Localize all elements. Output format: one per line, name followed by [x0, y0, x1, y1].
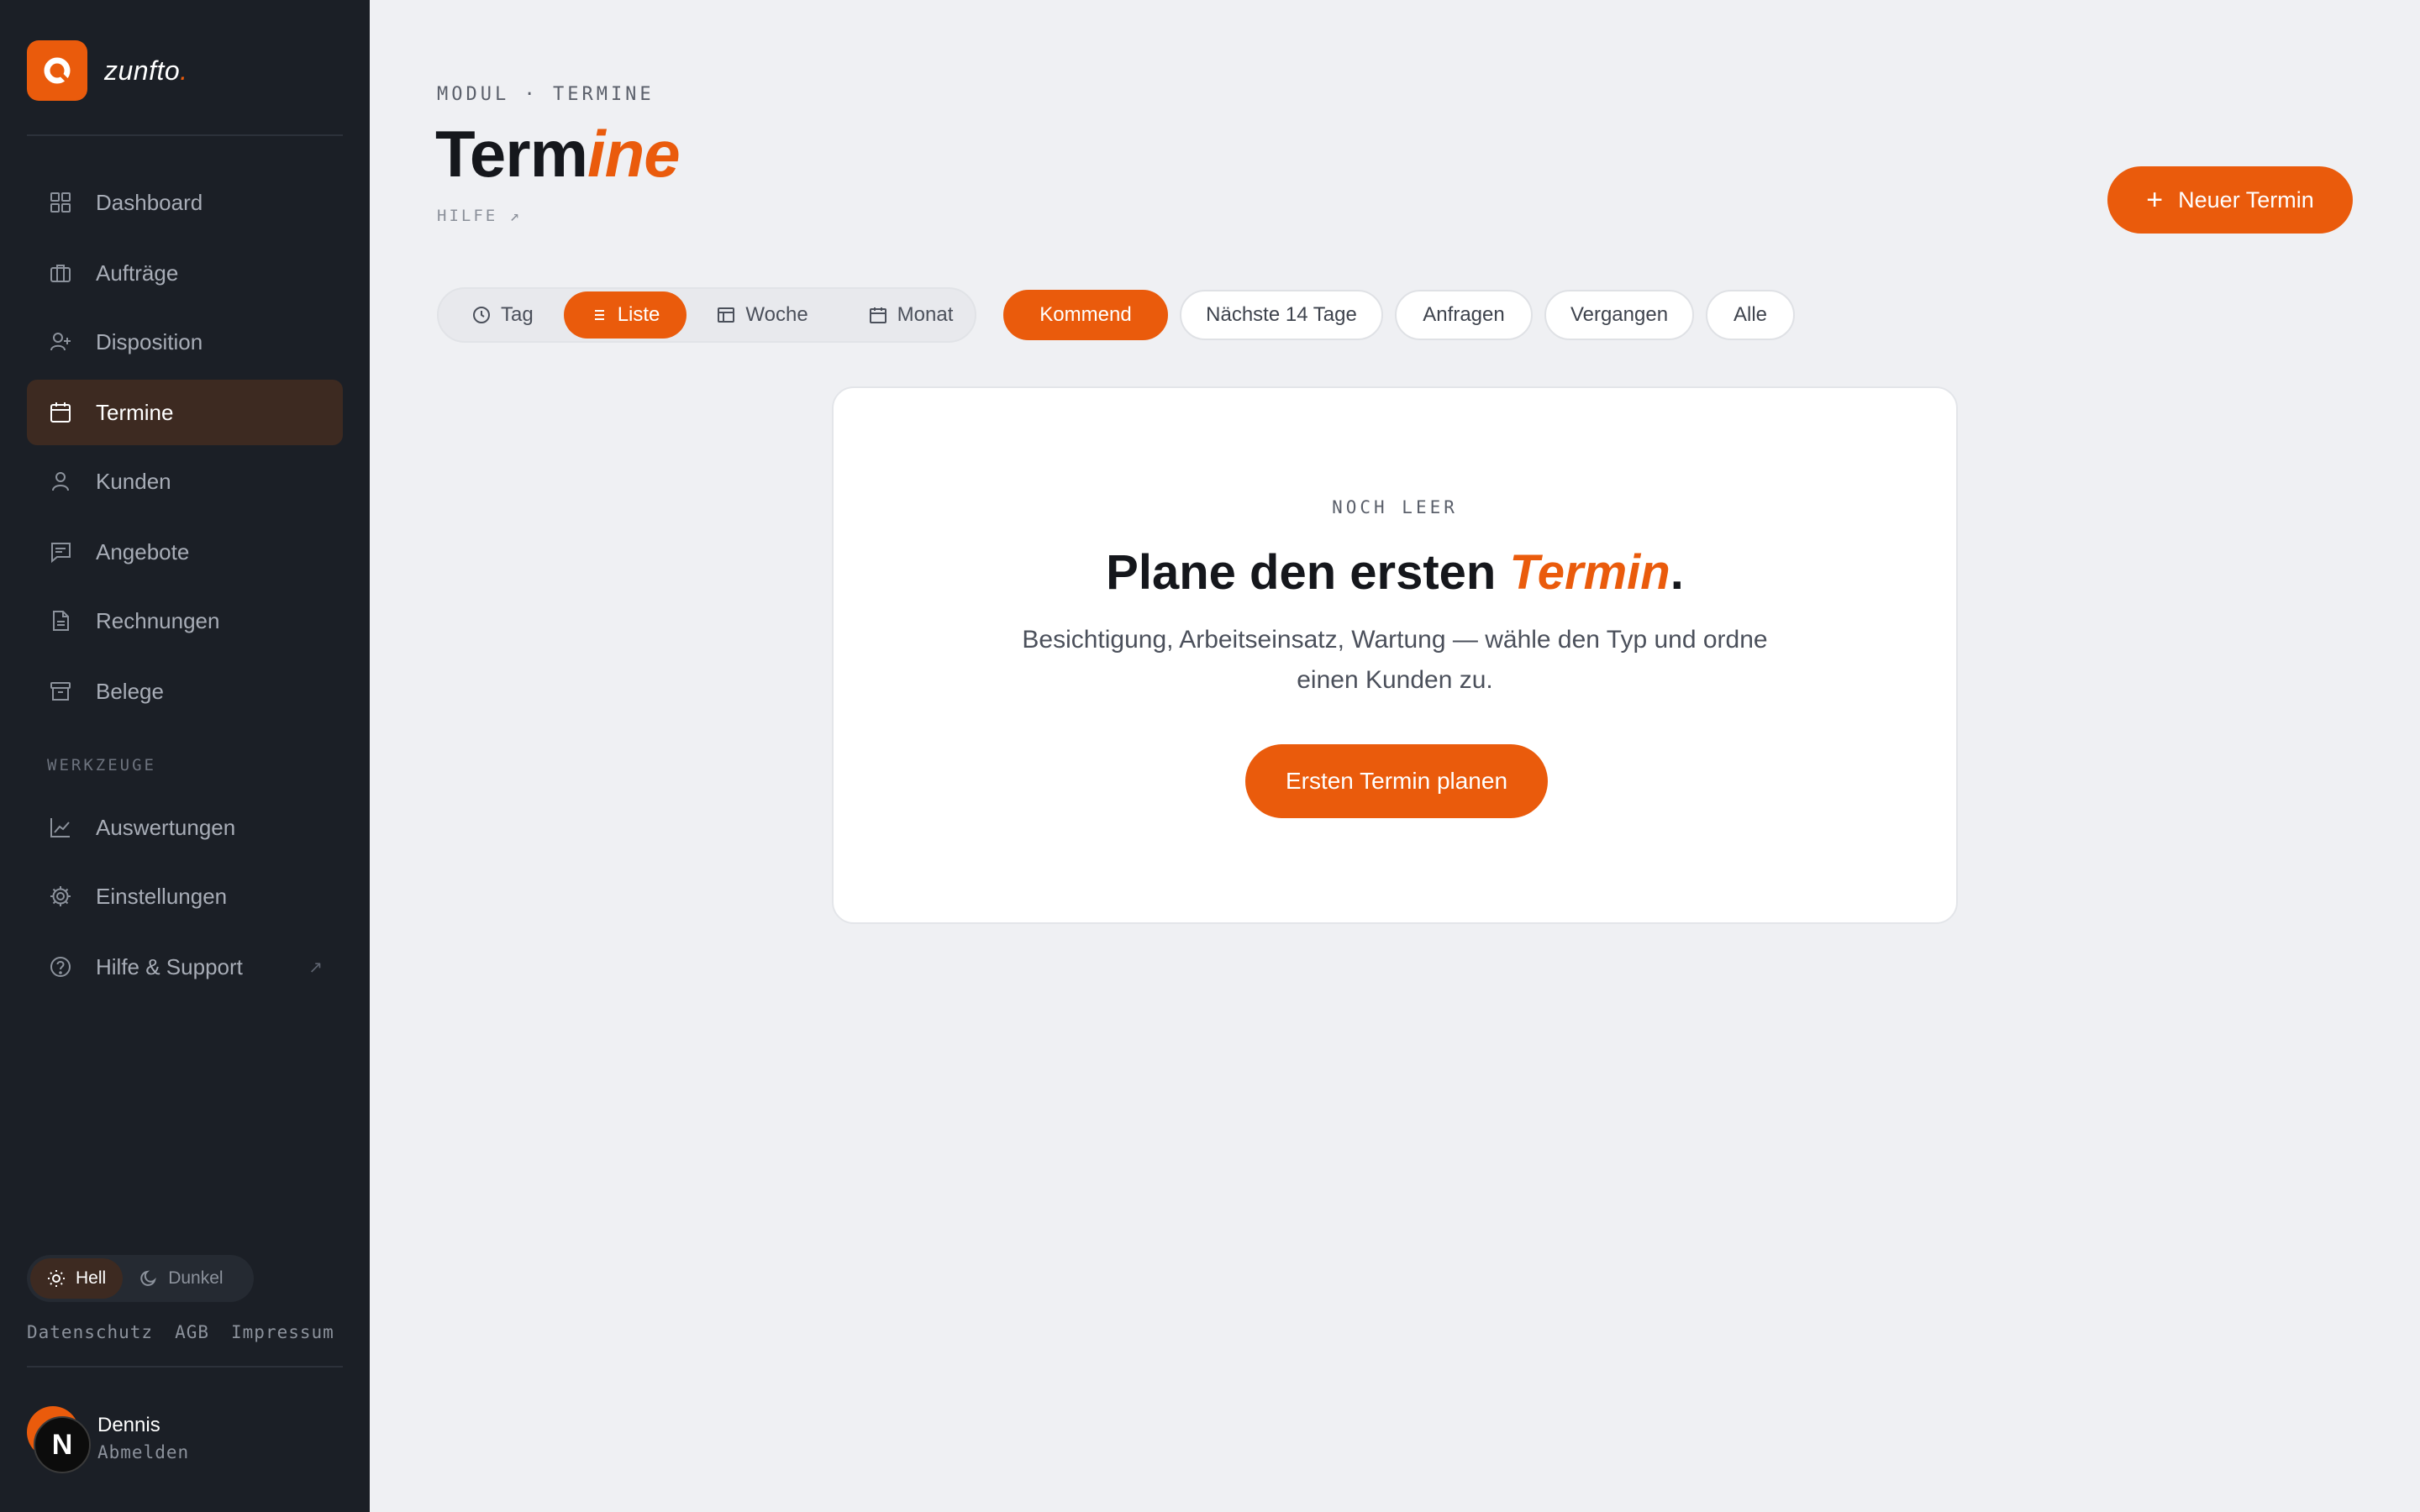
clock-icon	[473, 307, 490, 323]
sidebar-divider	[27, 134, 343, 136]
sidebar-item-dashboard[interactable]: Dashboard	[27, 170, 343, 235]
document-icon	[47, 607, 74, 634]
moon-icon	[140, 1270, 157, 1286]
view-list-button[interactable]: Liste	[563, 291, 687, 339]
sidebar: zunfto. Dashboard Aufträge Disposition T…	[0, 0, 370, 1512]
brand[interactable]: zunfto.	[27, 40, 188, 101]
theme-dark-label: Dunkel	[168, 1268, 224, 1288]
sidebar-item-label: Termine	[96, 399, 174, 425]
empty-state-title: Plane den ersten Termin.	[1106, 545, 1684, 600]
sidebar-item-belege[interactable]: Belege	[27, 659, 343, 724]
logo-icon	[27, 40, 87, 101]
sun-icon	[48, 1270, 65, 1287]
plan-first-appointment-button[interactable]: Ersten Termin planen	[1245, 744, 1548, 818]
sidebar-item-termine[interactable]: Termine	[27, 380, 343, 445]
view-switcher: Tag Liste Woche Monat	[437, 287, 976, 343]
breadcrumb: MODUL · TERMINE	[437, 84, 655, 105]
week-icon	[718, 307, 735, 323]
sidebar-item-label: Hilfe & Support	[96, 953, 243, 979]
external-link-icon: ↗	[308, 958, 323, 977]
calendar-icon	[869, 307, 886, 323]
new-appointment-button[interactable]: + Neuer Termin	[2107, 166, 2353, 234]
sidebar-item-label: Dashboard	[96, 189, 203, 215]
user-plus-icon	[47, 328, 74, 355]
sidebar-item-label: Rechnungen	[96, 607, 220, 633]
sidebar-item-label: Einstellungen	[96, 883, 228, 909]
page-title: Termine	[435, 117, 681, 191]
theme-dark-button[interactable]: Dunkel	[123, 1258, 239, 1299]
list-icon	[594, 310, 604, 320]
view-week-button[interactable]: Woche	[687, 291, 838, 339]
section-label-werkzeuge: WERKZEUGE	[47, 756, 156, 774]
theme-toggle: Hell Dunkel	[27, 1255, 254, 1302]
empty-state-card: NOCH LEER Plane den ersten Termin. Besic…	[832, 386, 1958, 924]
legal-links: Datenschutz AGB Impressum	[27, 1322, 334, 1342]
sidebar-item-rechnungen[interactable]: Rechnungen	[27, 588, 343, 654]
sidebar-item-kunden[interactable]: Kunden	[27, 449, 343, 514]
filter-next-14-days[interactable]: Nächste 14 Tage	[1180, 290, 1383, 340]
calendar-icon	[47, 399, 74, 426]
help-icon	[47, 953, 74, 980]
grid-icon	[47, 189, 74, 216]
help-link[interactable]: HILFE ↗	[437, 207, 522, 225]
avatar[interactable]: N	[27, 1404, 94, 1473]
view-month-label: Monat	[897, 303, 954, 326]
empty-state-description: Besichtigung, Arbeitseinsatz, Wartung — …	[1022, 626, 1768, 694]
sidebar-item-disposition[interactable]: Disposition	[27, 309, 343, 375]
sidebar-item-auswertungen[interactable]: Auswertungen	[27, 795, 343, 860]
sidebar-item-label: Disposition	[96, 328, 203, 354]
plus-icon: +	[2146, 184, 2164, 216]
filter-alle[interactable]: Alle	[1706, 290, 1795, 340]
new-appointment-label: Neuer Termin	[2178, 186, 2314, 213]
sidebar-item-label: Belege	[96, 678, 164, 704]
view-month-button[interactable]: Monat	[839, 291, 984, 339]
sidebar-item-label: Kunden	[96, 468, 171, 494]
privacy-link[interactable]: Datenschutz	[27, 1322, 153, 1342]
view-list-label: Liste	[617, 303, 660, 326]
filter-kommend[interactable]: Kommend	[1003, 290, 1168, 340]
user-profile: N Dennis Abmelden	[27, 1404, 189, 1473]
briefcase-icon	[47, 260, 74, 286]
message-icon	[47, 538, 74, 565]
filter-vergangen[interactable]: Vergangen	[1544, 290, 1694, 340]
brand-name: zunfto.	[104, 55, 188, 86]
sidebar-divider	[27, 1366, 343, 1368]
theme-light-label: Hell	[76, 1268, 107, 1288]
sidebar-item-angebote[interactable]: Angebote	[27, 519, 343, 585]
sidebar-item-label: Angebote	[96, 538, 190, 564]
imprint-link[interactable]: Impressum	[231, 1322, 334, 1342]
sidebar-item-auftraege[interactable]: Aufträge	[27, 240, 343, 306]
sidebar-item-label: Auswertungen	[96, 814, 236, 840]
empty-state-eyebrow: NOCH LEER	[1332, 497, 1458, 517]
sidebar-item-einstellungen[interactable]: Einstellungen	[27, 864, 343, 929]
logout-link[interactable]: Abmelden	[97, 1442, 189, 1462]
theme-light-button[interactable]: Hell	[30, 1258, 124, 1299]
archive-icon	[47, 678, 74, 705]
terms-link[interactable]: AGB	[175, 1322, 209, 1342]
sidebar-item-label: Aufträge	[96, 260, 179, 286]
view-day-label: Tag	[501, 303, 534, 326]
user-icon	[47, 468, 74, 495]
view-week-label: Woche	[745, 303, 808, 326]
gear-icon	[47, 883, 74, 910]
user-name: Dennis	[97, 1414, 160, 1436]
filter-anfragen[interactable]: Anfragen	[1395, 290, 1533, 340]
view-day-button[interactable]: Tag	[442, 291, 564, 339]
sidebar-item-hilfe[interactable]: Hilfe & Support ↗	[27, 934, 343, 1000]
avatar-initial: N	[34, 1416, 91, 1473]
chart-icon	[47, 814, 74, 841]
